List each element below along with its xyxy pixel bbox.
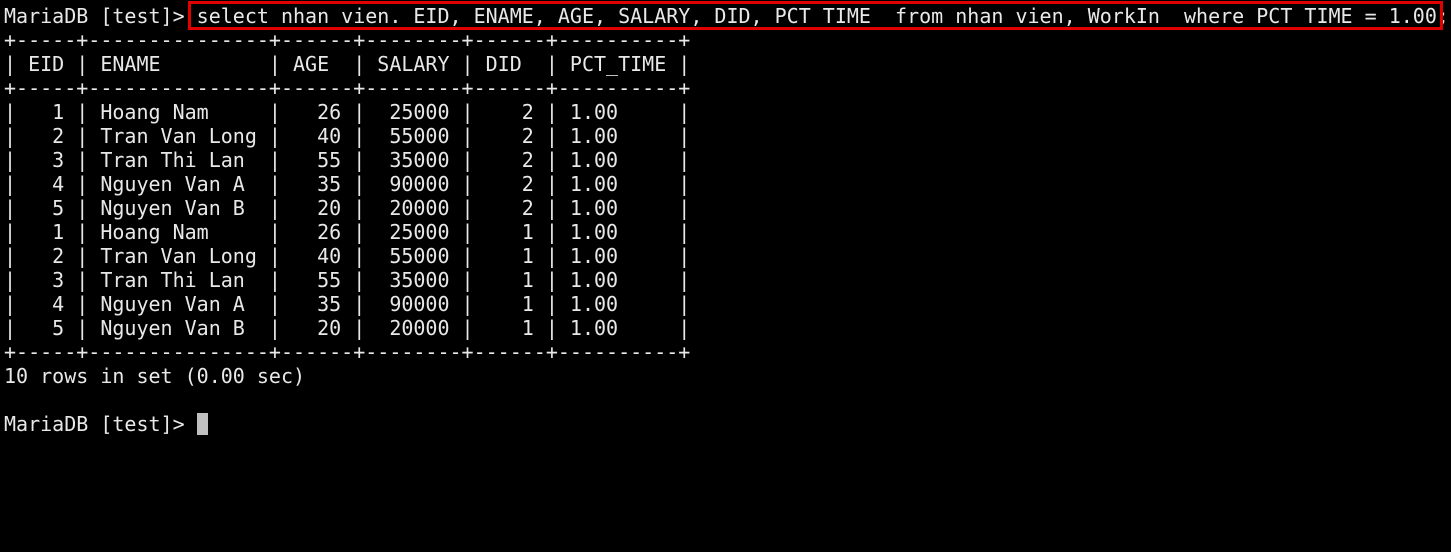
table-border-top: +-----+---------------+------+--------+-… — [4, 28, 691, 52]
text-cursor — [196, 413, 208, 435]
prompt: MariaDB [test]> — [4, 4, 197, 28]
terminal-window[interactable]: MariaDB [test]> select nhan_vien. EID, E… — [0, 0, 1451, 443]
table-header: | EID | ENAME | AGE | SALARY | DID | PCT… — [4, 52, 691, 76]
table-row: | 2 | Tran Van Long | 40 | 55000 | 1 | 1… — [4, 244, 691, 268]
table-row: | 3 | Tran Thi Lan | 55 | 35000 | 2 | 1.… — [4, 148, 691, 172]
table-border-bottom: +-----+---------------+------+--------+-… — [4, 340, 691, 364]
table-row: | 3 | Tran Thi Lan | 55 | 35000 | 1 | 1.… — [4, 268, 691, 292]
table-row: | 5 | Nguyen Van B | 20 | 20000 | 1 | 1.… — [4, 316, 691, 340]
input-line[interactable]: MariaDB [test]> — [4, 412, 208, 436]
table-row: | 2 | Tran Van Long | 40 | 55000 | 2 | 1… — [4, 124, 691, 148]
table-border-header: +-----+---------------+------+--------+-… — [4, 76, 691, 100]
table-row: | 1 | Hoang Nam | 26 | 25000 | 1 | 1.00 … — [4, 220, 691, 244]
command-highlight-box — [188, 1, 1443, 30]
table-row: | 5 | Nguyen Van B | 20 | 20000 | 2 | 1.… — [4, 196, 691, 220]
prompt: MariaDB [test]> — [4, 412, 197, 436]
result-summary: 10 rows in set (0.00 sec) — [4, 364, 306, 388]
table-row: | 4 | Nguyen Van A | 35 | 90000 | 2 | 1.… — [4, 172, 691, 196]
table-row: | 1 | Hoang Nam | 26 | 25000 | 2 | 1.00 … — [4, 100, 691, 124]
table-row: | 4 | Nguyen Van A | 35 | 90000 | 1 | 1.… — [4, 292, 691, 316]
